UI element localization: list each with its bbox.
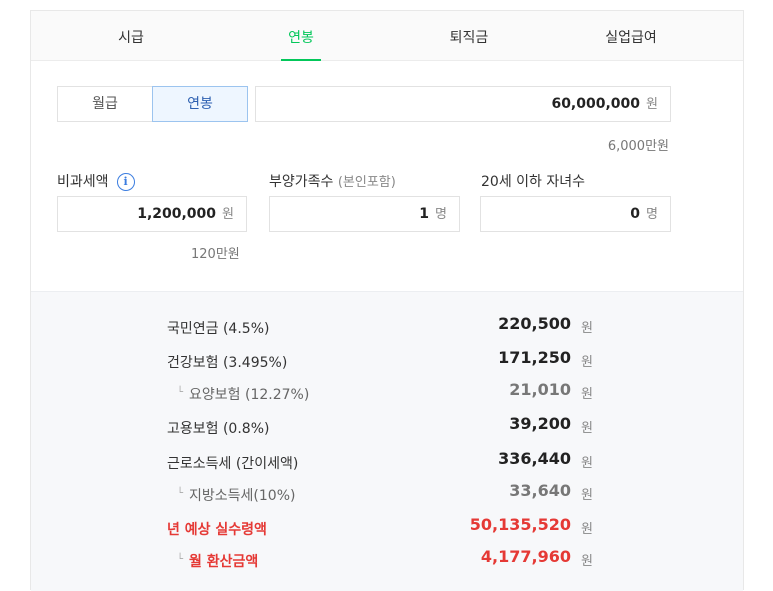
result-amount: 220,500	[498, 314, 571, 333]
result-amount: 21,010	[509, 380, 571, 399]
result-row: └ 요양보험 (12.27%) 21,010 원	[31, 380, 743, 404]
children-input[interactable]: 0명	[480, 196, 671, 232]
result-unit: 원	[581, 488, 593, 503]
salary-value: 60,000,000	[551, 96, 641, 112]
tab-hourly[interactable]: 시급	[71, 11, 191, 61]
result-unit: 원	[581, 387, 593, 402]
annual-net-pay-row: 년 예상 실수령액 50,135,520 원	[31, 515, 743, 539]
result-amount: 50,135,520	[469, 515, 571, 534]
salary-input[interactable]: 60,000,000 원	[255, 86, 671, 122]
tab-unemployment[interactable]: 실업급여	[571, 11, 691, 61]
children-label: 20세 이하 자녀수	[481, 174, 585, 190]
corner-arrow-icon: └	[177, 387, 184, 398]
result-label: 고용보험 (0.8%)	[167, 421, 270, 437]
monthly-toggle-button[interactable]: 월급	[57, 86, 153, 122]
children-unit: 명	[646, 207, 658, 222]
annual-toggle-button[interactable]: 연봉	[152, 86, 248, 122]
result-label: 근로소득세 (간이세액)	[167, 456, 299, 472]
result-amount: 171,250	[498, 348, 571, 367]
nontax-korean-amount: 120만원	[191, 247, 240, 262]
deduction-results: 국민연금 (4.5%) 220,500 원 건강보험 (3.495%) 171,…	[31, 291, 743, 591]
dependents-unit: 명	[435, 207, 447, 222]
result-unit: 원	[581, 554, 593, 569]
salary-calculator-card: 시급 연봉 퇴직금 실업급여 월급 연봉 60,000,000 원 6,000만원…	[30, 10, 744, 591]
monthly-net-pay-row: └ 월 환산금액 4,177,960 원	[31, 547, 743, 571]
nontax-unit: 원	[222, 207, 234, 222]
children-value: 0	[630, 206, 641, 222]
nontax-input[interactable]: 1,200,000 원	[57, 196, 247, 232]
dependents-label: 부양가족수 (본인포함)	[269, 174, 396, 190]
result-unit: 원	[581, 522, 593, 537]
result-amount: 39,200	[509, 414, 571, 433]
nontax-label: 비과세액 i	[57, 171, 135, 191]
result-row: 건강보험 (3.495%) 171,250 원	[31, 348, 743, 372]
corner-arrow-icon: └	[177, 554, 184, 565]
result-row: └ 지방소득세(10%) 33,640 원	[31, 481, 743, 505]
salary-unit: 원	[646, 97, 658, 112]
corner-arrow-icon: └	[177, 488, 184, 499]
result-label: 국민연금 (4.5%)	[167, 321, 270, 337]
info-icon[interactable]: i	[116, 173, 135, 191]
active-tab-underline	[281, 59, 321, 61]
result-label: └ 월 환산금액	[177, 554, 259, 570]
result-label: 년 예상 실수령액	[167, 522, 267, 538]
result-row: 고용보험 (0.8%) 39,200 원	[31, 414, 743, 438]
result-label: └ 요양보험 (12.27%)	[177, 387, 310, 403]
calculator-tabs: 시급 연봉 퇴직금 실업급여	[31, 11, 743, 61]
result-amount: 336,440	[498, 449, 571, 468]
dependents-value: 1	[419, 206, 430, 222]
result-unit: 원	[581, 355, 593, 370]
result-unit: 원	[581, 321, 593, 336]
result-amount: 33,640	[509, 481, 571, 500]
salary-korean-amount: 6,000만원	[607, 139, 669, 154]
result-amount: 4,177,960	[480, 547, 571, 566]
result-label: └ 지방소득세(10%)	[177, 488, 296, 504]
result-unit: 원	[581, 456, 593, 471]
result-row: 근로소득세 (간이세액) 336,440 원	[31, 449, 743, 473]
result-label: 건강보험 (3.495%)	[167, 355, 288, 371]
tab-annual[interactable]: 연봉	[241, 11, 361, 61]
dependents-input[interactable]: 1명	[269, 196, 460, 232]
nontax-value: 1,200,000	[137, 206, 217, 222]
result-unit: 원	[581, 421, 593, 436]
tab-severance[interactable]: 퇴직금	[409, 11, 529, 61]
result-row: 국민연금 (4.5%) 220,500 원	[31, 314, 743, 338]
